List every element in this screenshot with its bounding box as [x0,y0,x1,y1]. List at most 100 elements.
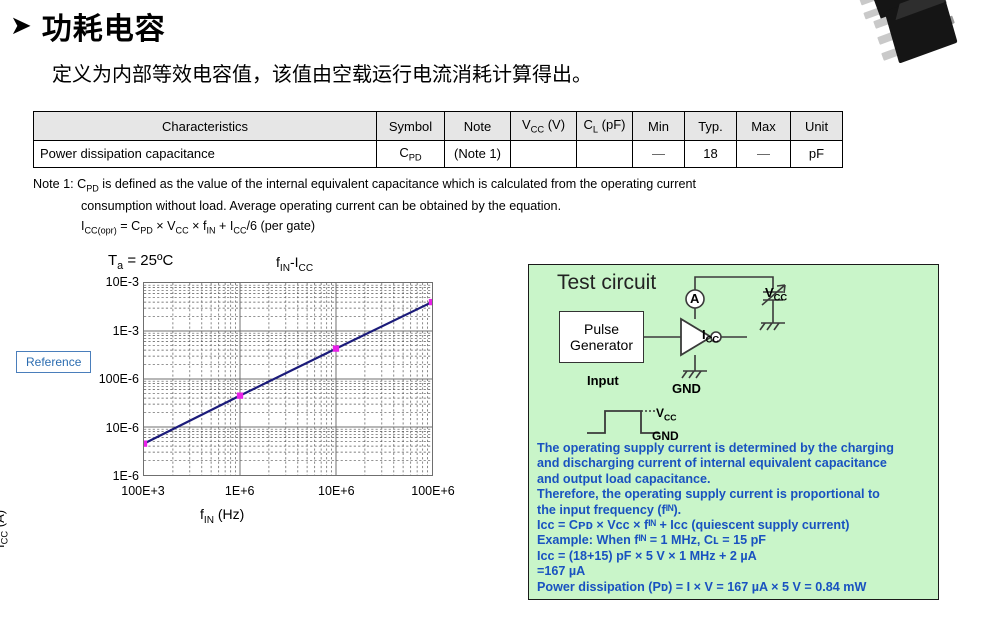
blue-note-line-4: Therefore, the operating supply current … [537,487,880,502]
label-icc-sub: CC [705,334,720,345]
label-vcc-waveform: VCC [656,406,676,422]
y-tick-label: 100E-6 [98,372,139,386]
eq-sub1: PD [140,225,153,236]
eq-mid3: × f [188,218,207,233]
page-subtitle: 定义为内部等效电容值，该值由空载运行电流消耗计算得出。 [52,62,592,86]
th-vcc-unit: (V) [544,117,566,133]
eq-mid2: × V [152,218,176,233]
label-vcc-source-sub: CC [773,292,788,303]
eq-i-sub: CC(opr) [84,225,117,236]
th-cl-main: C [583,117,593,133]
cell-min: — [632,140,685,168]
bullet-arrow-icon: ➤ [10,11,32,41]
th-symbol: Symbol [376,111,445,141]
y-tick-label: 10E-3 [105,275,139,289]
note-line-1-prefix: Note 1: C [33,177,87,191]
table-header-row: Characteristics Symbol Note VCC (V) CL (… [33,111,843,141]
chart-title: fIN-ICC [276,254,313,274]
ta-main: T [108,252,118,269]
cell-note: (Note 1) [444,140,511,168]
note-equation: ICC(opr) = CPD × VCC × fIN + ICC/6 (per … [33,218,873,240]
chart-grid-and-series [144,283,432,475]
eq-tail: /6 (per gate) [246,218,316,233]
chart-title-i-sub: CC [298,262,314,274]
cell-symbol-sub: PD [408,152,422,163]
th-vcc-main: V [521,117,531,133]
x-tick-label: 100E+3 [121,484,165,498]
chart-y-ticks: 1E-6 10E-6 100E-6 1E-3 10E-3 [63,275,139,483]
cell-characteristics: Power dissipation capacitance [33,140,377,168]
x-tick-label: 1E+6 [224,484,255,498]
label-gnd-inverter: GND [672,381,701,396]
th-note: Note [444,111,511,141]
chart-condition-label: Ta = 25ºC [108,252,173,272]
blue-note-line-3: and output load capacitance. [537,471,711,486]
label-vcc-source-main: V [765,285,774,300]
ylabel-main: I [0,544,7,548]
ylabel-sub: CC [0,530,10,545]
chart-x-axis-label: fIN (Hz) [200,506,244,526]
eq-sub2: CC [175,225,189,236]
eq-sub4: CC [233,225,247,236]
blue-note-line-7: Example: When fᴵᴺ = 1 MHz, Cʟ = 15 pF [537,533,766,548]
th-min: Min [632,111,685,141]
blue-note-line-1: The operating supply current is determin… [537,441,894,455]
label-vcc-source: VCC [765,285,787,303]
cell-cl [576,140,633,168]
note-line-1: Note 1: CPD is defined as the value of t… [33,176,873,198]
label-vcc-wave-sub: CC [664,412,677,423]
chart-y-axis-label: ICC (A) [0,510,10,548]
ylabel-unit: (A) [0,509,7,528]
blue-note-line-9: =167 µA [537,564,586,579]
note-line-1-rest: is defined as the value of the internal … [98,177,696,191]
cell-symbol: CPD [376,140,445,168]
blue-note-line-10: Power dissipation (Pᴅ) = I × V = 167 µA … [537,579,867,594]
ammeter-label: A [690,291,700,306]
note-line-2: consumption without load. Average operat… [81,198,562,213]
cell-symbol-main: C [399,145,409,160]
chart-data-point [236,392,244,399]
page-title: 功耗电容 [41,12,166,47]
cell-unit: pF [790,140,843,168]
test-circuit-schematic [587,276,786,434]
chart-series-line [144,301,432,445]
spec-table: Characteristics Symbol Note VCC (V) CL (… [33,111,843,168]
y-tick-label: 1E-3 [112,323,139,338]
note-block: Note 1: CPD is defined as the value of t… [33,176,873,239]
table-row: Power dissipation capacitance CPD (Note … [33,140,843,168]
ic-package-image [858,0,1003,72]
x-tick-label: 100E+6 [411,484,455,498]
x-tick-label: 10E+6 [318,484,355,498]
blue-note-line-8: Iᴄᴄ = (18+15) pF × 5 V × 1 MHz + 2 µA [537,548,757,563]
eq-sub3: IN [206,225,216,236]
th-typ: Typ. [684,111,737,141]
th-max: Max [736,111,791,141]
th-vcc-sub: CC [530,124,545,135]
cell-typ: 18 [684,140,737,168]
label-input: Input [587,373,619,388]
th-cl-unit: (pF) [598,117,626,133]
th-cl: CL (pF) [576,111,633,141]
icc-vs-fin-chart: Ta = 25ºC fIN-ICC ICC (A) 1E-610E-6100E-… [0,248,480,548]
y-tick-label: 1E-6 [112,469,139,483]
cell-max: — [736,140,791,168]
test-circuit-panel: Test circuit Pulse Generator Input GND I… [528,264,939,600]
blue-note-line-5: the input frequency (fᴵᴺ). [537,502,682,517]
xlabel-unit: (Hz) [213,506,245,522]
eq-mid1: = C [116,218,141,233]
label-vcc-wave-main: V [656,406,665,420]
eq-mid4: + I [215,218,234,233]
blue-note-line-6: Iᴄᴄ = Cᴘᴅ × Vᴄᴄ × fᴵᴺ + Iᴄᴄ (quiescent s… [537,518,850,533]
chart-title-dash: -I [289,254,299,270]
chart-x-ticks: 100E+3 1E+6 10E+6 100E+6 [121,480,454,504]
blue-explanation-text: The operating supply current is determin… [537,441,935,595]
th-characteristics: Characteristics [33,111,377,141]
chart-plot-area [143,282,433,476]
y-tick-label: 10E-6 [105,420,139,435]
ta-rest: = 25ºC [123,252,174,269]
cell-vcc [510,140,577,168]
chart-data-point [428,298,432,306]
label-icc: ICC [702,327,719,345]
blue-note-line-2: and discharging current of internal equi… [537,456,887,471]
note-line-1-sub: PD [86,183,99,194]
